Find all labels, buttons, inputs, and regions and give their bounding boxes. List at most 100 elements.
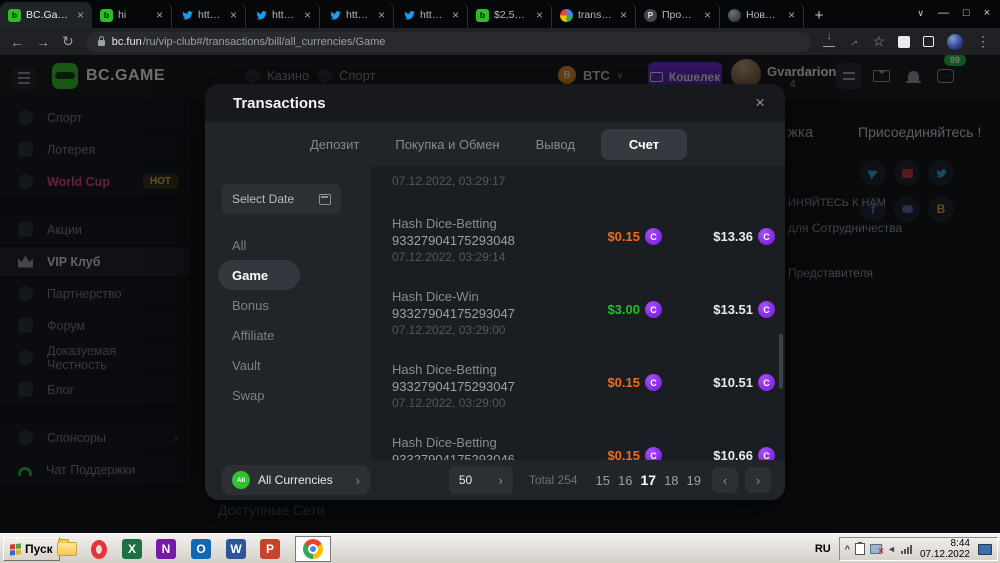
filter-swap[interactable]: Swap [222,380,370,410]
tab-close-icon[interactable]: × [376,8,387,22]
onenote-icon[interactable]: N [155,538,177,560]
tray-collapse-icon[interactable]: ^ [845,544,850,554]
file-explorer-icon[interactable] [56,538,78,560]
tab-close-icon[interactable]: × [154,8,165,22]
prev-page-button[interactable]: ‹ [712,467,738,493]
share-icon[interactable]: → [846,33,862,49]
tab-close-icon[interactable]: × [302,8,313,22]
coin-icon: C [645,228,662,245]
window-controls: ∨ — □ × [917,0,1000,26]
tab-buy-swap[interactable]: Покупка и Обмен [385,129,509,160]
back-icon[interactable]: ← [10,34,24,50]
profile-avatar-icon[interactable] [947,34,963,50]
speaker-icon[interactable]: ◄ [887,544,896,554]
page-15[interactable]: 15 [596,473,610,488]
tab-withdraw[interactable]: Вывод [526,129,585,160]
twitter-favicon [328,9,341,22]
outlook-icon[interactable]: O [190,538,212,560]
download-icon[interactable] [823,37,835,47]
new-tab-button[interactable]: + [808,4,830,26]
extensions-icon[interactable] [898,36,910,48]
balance-amount: $13.36 [713,229,753,244]
coin-icon: C [758,374,775,391]
twitter-favicon [180,9,193,22]
bookmark-star-icon[interactable]: ☆ [872,33,885,50]
globe-favicon [728,9,741,22]
tab-bill[interactable]: Счет [601,129,687,160]
windows-logo-icon [10,543,21,555]
clock[interactable]: 8:44 07.12.2022 [917,538,973,561]
coin-icon: C [758,447,775,460]
screen: b BC.Game: × b hi × https://twi × https:… [0,0,1000,563]
tab-close-icon[interactable]: × [534,8,545,22]
page-18[interactable]: 18 [664,473,678,488]
next-page-button[interactable]: › [745,467,771,493]
reload-icon[interactable]: ↻ [62,33,74,50]
tab-close-icon[interactable]: × [786,8,797,22]
page-size-selector[interactable]: 50 › [449,466,513,494]
tab-twitter-2[interactable]: https://twi × [246,2,320,28]
page-16[interactable]: 16 [618,473,632,488]
time: 8:44 [920,538,970,550]
tab-bcgame[interactable]: b BC.Game: × [0,2,92,28]
excel-icon[interactable]: X [121,538,143,560]
tab-twitter-3[interactable]: https://twi × [320,2,394,28]
filter-vault[interactable]: Vault [222,350,370,380]
tab-translate[interactable]: translate × [552,2,636,28]
tab-twitter-4[interactable]: https://twi × [394,2,468,28]
menu-dots-icon[interactable]: ⋮ [976,33,990,50]
tab-close-icon[interactable]: × [228,8,239,22]
all-currencies-icon: All [232,471,250,489]
filter-bonus[interactable]: Bonus [222,290,370,320]
powerpoint-icon[interactable]: P [259,538,281,560]
tab-twitter-1[interactable]: https://twi × [172,2,246,28]
tab-close-icon[interactable]: × [618,8,629,22]
forward-icon[interactable]: → [36,34,50,50]
tab-close-icon[interactable]: × [450,8,461,22]
bcgame-favicon: b [8,9,21,22]
tab-deposit[interactable]: Депозит [300,129,369,160]
coin-icon: C [758,228,775,245]
filter-all[interactable]: All [222,230,370,260]
close-icon[interactable]: × [755,93,765,113]
transaction-row[interactable]: Hash Dice-Betting 93327904175293046 $0.1… [392,432,785,460]
tab-promo[interactable]: b $2,500 Pr × [468,2,552,28]
page-19[interactable]: 19 [687,473,701,488]
page-17-active[interactable]: 17 [640,472,656,488]
signal-bars-icon[interactable] [901,544,912,554]
url-path: /ru/vip-club#/transactions/bill/all_curr… [143,36,386,48]
calendar-icon [319,194,331,205]
tab-close-icon[interactable]: × [75,8,86,22]
tab-hi[interactable]: b hi × [92,2,172,28]
all-currencies-button[interactable]: All All Currencies › [222,465,370,495]
tab-newtab-page[interactable]: Новая вкл × [720,2,804,28]
select-date-button[interactable]: Select Date [222,184,341,214]
transaction-row[interactable]: Hash Dice-Win 93327904175293047 07.12.20… [392,286,785,359]
filter-affiliate[interactable]: Affiliate [222,320,370,350]
opera-icon[interactable] [88,538,110,560]
tab-search-chevron-icon[interactable]: ∨ [917,8,924,19]
close-window-button[interactable]: × [984,7,990,19]
sidepanel-icon[interactable] [923,36,934,47]
tab-profession[interactable]: P Профессо × [636,2,720,28]
start-button[interactable]: Пуск [3,537,60,561]
word-icon[interactable]: W [225,538,247,560]
scrollbar-thumb[interactable] [779,334,783,389]
chevron-right-icon: › [356,473,360,488]
transaction-row[interactable]: Hash Dice-Betting 93327904175293048 07.1… [392,213,785,286]
show-desktop-icon[interactable] [978,544,992,555]
chrome-taskbar-button-active[interactable] [295,536,331,562]
filter-game[interactable]: Game [218,260,300,290]
network-error-icon[interactable] [870,544,882,554]
balance-amount: $10.51 [713,375,753,390]
minimize-button[interactable]: — [938,7,949,19]
language-indicator[interactable]: RU [807,543,839,555]
url-domain: bc.fun [112,36,142,48]
tab-close-icon[interactable]: × [702,8,713,22]
filter-list: All Game Bonus Affiliate Vault Swap [222,230,370,410]
restore-button[interactable]: □ [963,7,970,19]
bet-amount: $0.15 [607,229,640,244]
clipboard-tray-icon[interactable] [855,543,865,555]
url-input[interactable]: bc.fun /ru/vip-club#/transactions/bill/a… [86,32,812,52]
transaction-row[interactable]: Hash Dice-Betting 93327904175293047 07.1… [392,359,785,432]
